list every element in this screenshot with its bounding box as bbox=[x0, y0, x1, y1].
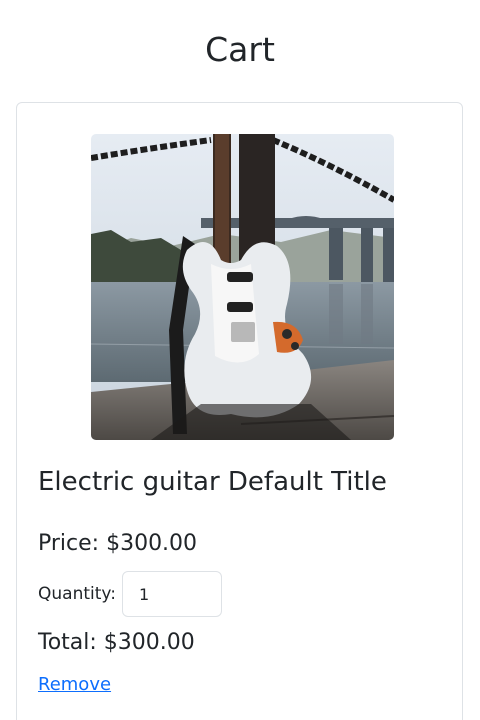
remove-link[interactable]: Remove bbox=[38, 674, 111, 695]
product-image bbox=[91, 134, 394, 440]
product-title: Electric guitar Default Title bbox=[38, 467, 387, 497]
guitar-photo bbox=[91, 134, 394, 440]
quantity-input[interactable] bbox=[121, 571, 222, 617]
quantity-label: Quantity: bbox=[38, 584, 116, 604]
cart-page: Cart Electric guitar Default Title Price… bbox=[0, 0, 480, 720]
cart-item-card: Electric guitar Default Title Price: $30… bbox=[16, 102, 463, 720]
item-price: Price: $300.00 bbox=[38, 531, 198, 556]
quantity-row: Quantity: bbox=[38, 570, 222, 618]
page-title: Cart bbox=[205, 30, 275, 69]
item-total: Total: $300.00 bbox=[38, 630, 195, 655]
